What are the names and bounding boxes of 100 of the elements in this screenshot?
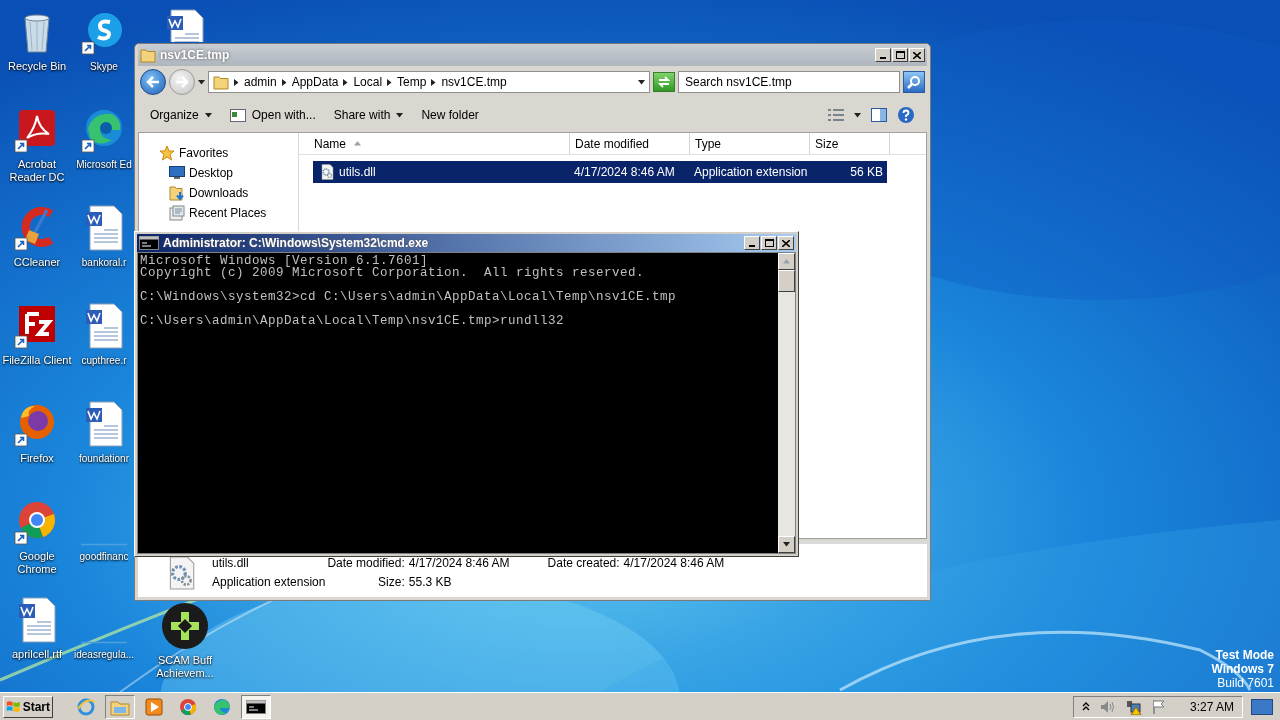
taskbar-button[interactable] (241, 694, 271, 719)
column-header-label: Date modified (575, 136, 650, 151)
close-icon (913, 51, 921, 59)
nav-item[interactable]: Favorites (159, 143, 298, 162)
clock[interactable]: 3:27 AM (1189, 699, 1234, 714)
breadcrumb-item[interactable]: admin (244, 75, 277, 89)
gear-file-icon (319, 164, 335, 180)
start-button[interactable]: Start (3, 695, 53, 718)
arrow-icon (146, 76, 160, 88)
caret-icon (343, 78, 349, 86)
recent-places-icon (169, 204, 185, 221)
breadcrumb-item[interactable]: AppData (291, 75, 339, 89)
details-value: 4/17/2024 8:46 AM (408, 556, 510, 570)
window-title: nsv1CE.tmp (160, 48, 231, 62)
folder-icon (213, 74, 229, 90)
nav-item[interactable]: Desktop (159, 163, 298, 182)
scroll-thumb[interactable] (778, 270, 795, 292)
sort-arrow-icon (354, 141, 361, 146)
breadcrumb-item[interactable]: Local (353, 75, 383, 89)
close-button[interactable] (778, 236, 794, 250)
column-header[interactable]: Size (810, 133, 890, 154)
caret-icon (198, 79, 205, 85)
console-line: Microsoft Windows [Version 6.1.7601] (140, 255, 429, 267)
file-date: 4/17/2024 8:46 AM (573, 165, 676, 179)
window-icon (229, 108, 246, 122)
minimize-button[interactable] (875, 48, 891, 62)
details-label: Size: (378, 575, 405, 589)
console-line: C:\Windows\system32>cd C:\Users\admin\AppData\Local\Temp\nsv1CE.tmp (140, 291, 678, 303)
maximize-button[interactable] (892, 48, 908, 62)
os-build-text: Test Mode (1215, 648, 1274, 662)
toolbar-button[interactable]: New folder (421, 108, 479, 122)
close-button[interactable] (909, 48, 925, 62)
search-icon (907, 75, 921, 89)
preview-pane-icon[interactable] (871, 108, 887, 122)
maximize-icon (764, 239, 774, 247)
file-size: 56 KB (849, 165, 884, 179)
search-field[interactable]: Search nsv1CE.tmp (678, 71, 900, 93)
monitor-icon (169, 165, 185, 180)
browser-icon (179, 697, 197, 716)
toolbar-button[interactable]: Share with (333, 108, 404, 122)
column-header[interactable]: Date modified (570, 133, 690, 154)
scrollbar[interactable] (778, 253, 795, 553)
refresh-button[interactable] (653, 72, 675, 92)
flag-icon[interactable] (1151, 698, 1166, 715)
network-warning-icon[interactable] (1125, 698, 1142, 715)
maximize-button[interactable] (761, 236, 777, 250)
console-line: C:\Users\admin\AppData\Local\Temp\nsv1CE.tmp>rundll32 (140, 315, 566, 327)
help-icon[interactable] (897, 106, 915, 124)
star-icon (159, 144, 175, 161)
file-type: Application extension (693, 165, 809, 179)
minimize-button[interactable] (744, 236, 760, 250)
details-file-name: utils.dll (212, 556, 250, 570)
toolbar-button[interactable]: Organize (150, 108, 212, 122)
caret-icon (281, 78, 287, 86)
scroll-up-button[interactable] (778, 253, 795, 270)
browser-icon (76, 696, 96, 717)
details-value: 4/17/2024 8:46 AM (623, 556, 725, 570)
monitor-icon (1251, 698, 1273, 715)
file-name: utils.dll (313, 164, 570, 180)
windows-logo-icon (6, 698, 21, 715)
caret-icon (854, 112, 861, 118)
terminal-icon (139, 236, 159, 250)
terminal-icon (246, 699, 266, 714)
refresh-icon (657, 76, 671, 88)
details-label: Date modified: (327, 556, 405, 570)
details-label: Date created: (547, 556, 620, 570)
downloads-folder-icon (169, 184, 185, 201)
folder-icon (140, 47, 156, 63)
caret-icon (204, 112, 212, 118)
caret-icon (387, 78, 393, 86)
address-bar[interactable]: admin AppData Local Temp nsv1CE.tmp (208, 71, 650, 93)
os-build-text: Build 7601 (1217, 676, 1274, 690)
window-title: Administrator: C:\Windows\System32\cmd.exe (163, 236, 430, 250)
breadcrumb-item[interactable]: nsv1CE.tmp (441, 75, 507, 89)
caret-icon (396, 112, 404, 118)
column-header[interactable]: Type (690, 133, 810, 154)
caret-icon (783, 259, 790, 264)
column-header-label: Name (314, 136, 346, 151)
caret-icon (431, 78, 437, 86)
nav-item[interactable]: Recent Places (159, 203, 298, 222)
search-button[interactable] (903, 71, 925, 93)
file-row[interactable]: utils.dll 4/17/2024 8:46 AM Application extension 56 KB (313, 161, 887, 183)
chevron-icon[interactable] (1081, 702, 1090, 711)
toolbar-button[interactable]: Open with... (229, 108, 316, 122)
caret-icon (638, 79, 645, 85)
nav-item[interactable]: Downloads (159, 183, 298, 202)
details-value: 55.3 KB (408, 575, 452, 589)
column-header-label: Type (695, 136, 721, 151)
back-button[interactable] (140, 69, 166, 95)
close-icon (782, 239, 790, 247)
scroll-down-button[interactable] (778, 536, 795, 553)
browser-icon (213, 697, 231, 716)
console-line: Copyright (c) 2009 Microsoft Corporation. All rights reserved. (140, 267, 646, 279)
breadcrumb-item[interactable]: Temp (397, 75, 427, 89)
os-build-text: Windows 7 (1211, 662, 1274, 676)
details-file-type: Application extension (212, 575, 326, 589)
view-options-icon[interactable] (828, 109, 844, 121)
play-icon (145, 697, 163, 716)
maximize-icon (895, 51, 905, 59)
column-header[interactable]: Name (299, 133, 570, 154)
